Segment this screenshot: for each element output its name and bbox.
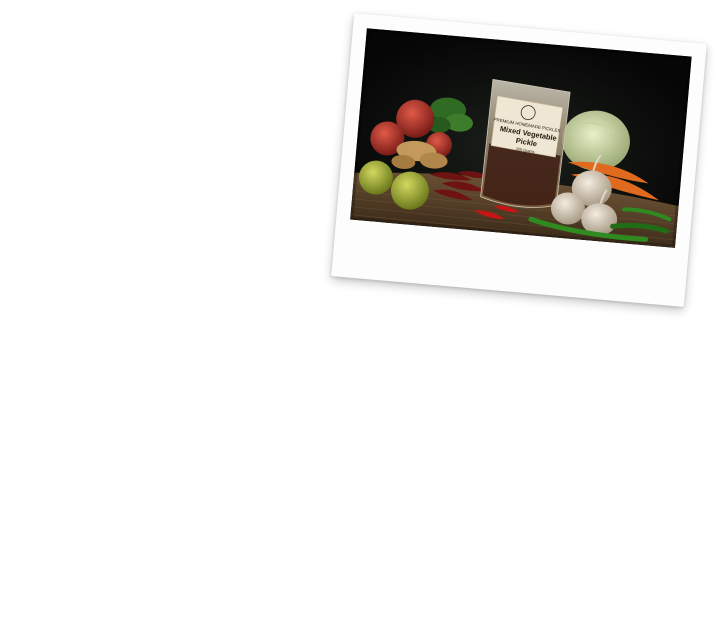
product-photo: PREMIUM HOMEMADE PICKLES Mixed Vegetable… [350,28,692,248]
polaroid-frame: PREMIUM HOMEMADE PICKLES Mixed Vegetable… [331,13,707,307]
pickle-pouch: PREMIUM HOMEMADE PICKLES Mixed Vegetable… [480,78,571,208]
canvas: PREMIUM HOMEMADE PICKLES Mixed Vegetable… [0,0,721,617]
